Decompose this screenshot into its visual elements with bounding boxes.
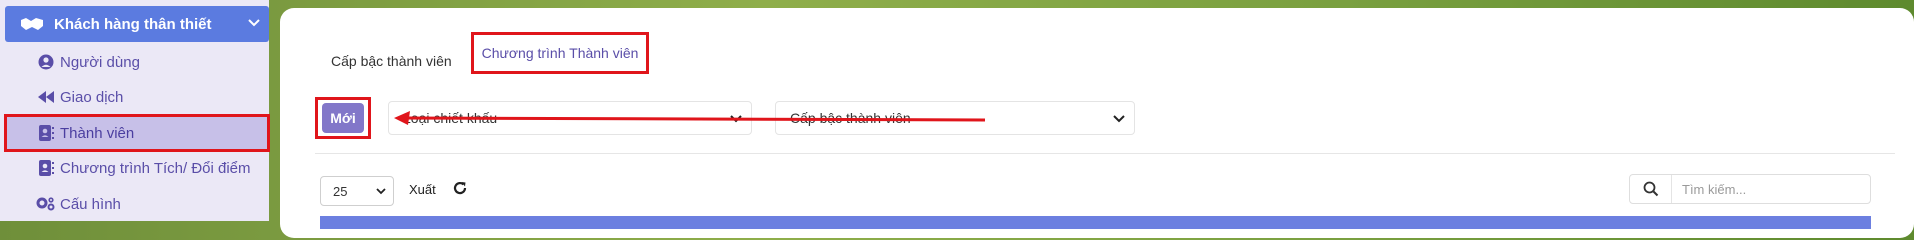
sidebar-item-label: Giao dịch	[60, 88, 124, 106]
tab-member-tiers[interactable]: Cấp bậc thành viên	[331, 42, 452, 80]
tab-member-programs[interactable]: Chương trình Thành viên	[471, 32, 649, 74]
contact-book-icon	[36, 158, 56, 178]
search-box	[1629, 174, 1871, 204]
chevron-down-icon[interactable]	[247, 15, 261, 33]
sidebar-item-users[interactable]: Người dùng	[6, 45, 268, 79]
discount-type-value: Loại chiết khấu	[403, 110, 498, 126]
sidebar-item-points-program[interactable]: Chương trình Tích/ Đổi điểm	[6, 151, 268, 185]
rewind-icon	[36, 87, 56, 107]
page-size-select[interactable]: 25	[320, 176, 394, 206]
handshake-icon	[18, 14, 46, 34]
sidebar-group-loyalty[interactable]: Khách hàng thân thiết	[5, 6, 269, 42]
contact-book-icon	[36, 123, 56, 143]
sidebar-item-members[interactable]: Thành viên	[4, 114, 270, 152]
sidebar-item-label: Thành viên	[60, 124, 135, 142]
discount-type-select[interactable]: Loại chiết khấu	[388, 101, 752, 135]
chevron-down-icon	[1112, 112, 1126, 129]
table-header-bar	[320, 216, 1871, 229]
sidebar: Khách hàng thân thiết Người dùng Giao dị…	[0, 0, 270, 221]
new-button-wrapper: Mới	[315, 97, 371, 139]
page-size-value: 25	[333, 183, 348, 199]
sidebar-item-transactions[interactable]: Giao dịch	[6, 80, 268, 114]
chevron-down-icon	[375, 185, 387, 200]
chevron-down-icon	[729, 112, 743, 129]
sidebar-item-label: Chương trình Tích/ Đổi điểm	[60, 159, 251, 177]
member-tier-select[interactable]: Cấp bậc thành viên	[775, 101, 1135, 135]
user-circle-icon	[36, 52, 56, 72]
new-button[interactable]: Mới	[322, 103, 364, 133]
member-tier-value: Cấp bậc thành viên	[790, 110, 911, 126]
export-button[interactable]: Xuất	[409, 182, 436, 197]
sidebar-item-label: Cấu hình	[60, 195, 121, 213]
gears-icon	[36, 194, 56, 214]
main-panel: Cấp bậc thành viên Chương trình Thành vi…	[280, 8, 1914, 238]
refresh-icon[interactable]	[452, 180, 468, 196]
sidebar-item-settings[interactable]: Cấu hình	[6, 187, 268, 221]
search-icon[interactable]	[1630, 175, 1672, 203]
divider	[315, 153, 1895, 154]
sidebar-group-label: Khách hàng thân thiết	[54, 15, 212, 33]
sidebar-item-label: Người dùng	[60, 53, 140, 71]
search-input[interactable]	[1682, 181, 1862, 197]
